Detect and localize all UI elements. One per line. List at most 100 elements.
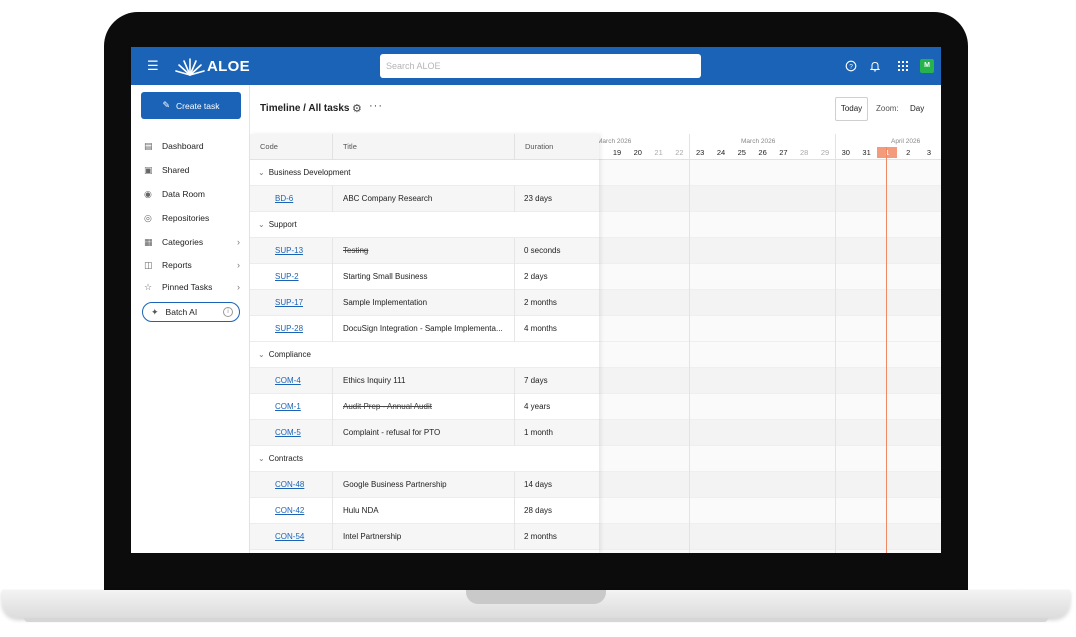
timeline-row[interactable]: [599, 498, 941, 524]
task-title[interactable]: ABC Company Research: [343, 186, 511, 212]
task-title[interactable]: Ethics Inquiry 111: [343, 368, 511, 394]
task-code-link[interactable]: CON-42: [275, 498, 330, 524]
today-button[interactable]: Today: [835, 97, 868, 121]
info-icon[interactable]: i: [223, 307, 233, 317]
timeline-day: 25: [737, 148, 746, 157]
timeline-row[interactable]: [599, 290, 941, 316]
table-row[interactable]: COM-1 Audit Prep - Annual Audit 4 years: [250, 394, 599, 420]
timeline-day: 30: [841, 148, 850, 157]
shared-folder-icon: ▣: [144, 164, 153, 175]
gear-icon[interactable]: ⚙: [352, 102, 362, 115]
timeline-row[interactable]: [599, 524, 941, 550]
aloe-logo[interactable]: ALOE: [175, 54, 250, 78]
task-duration: 2 months: [524, 298, 557, 307]
timeline-row[interactable]: [599, 316, 941, 342]
task-title[interactable]: Audit Prep - Annual Audit: [343, 394, 511, 420]
timeline-day: 29: [820, 148, 830, 157]
task-code-link[interactable]: CON-54: [275, 524, 330, 550]
timeline-week-divider: [835, 134, 836, 553]
table-row[interactable]: COM-5 Complaint - refusal for PTO 1 month: [250, 420, 599, 446]
task-title[interactable]: Starting Small Business: [343, 264, 511, 290]
batch-ai-button[interactable]: ✦ Batch AI i: [142, 302, 240, 322]
table-row[interactable]: COM-4 Ethics Inquiry 111 7 days: [250, 368, 599, 394]
task-table: Code Title Duration ⌄ Business Developmen…: [250, 134, 599, 553]
group-label[interactable]: ⌄ Business Development: [258, 160, 351, 186]
group-row[interactable]: ⌄ Contracts: [250, 446, 599, 472]
task-title[interactable]: Intel Partnership: [343, 524, 511, 550]
task-title[interactable]: Hulu NDA: [343, 498, 511, 524]
table-row[interactable]: SUP-13 Testing 0 seconds: [250, 238, 599, 264]
table-row[interactable]: CON-42 Hulu NDA 28 days: [250, 498, 599, 524]
sidebar-item-categories[interactable]: ▦ Categories ›: [144, 234, 240, 250]
column-header-code[interactable]: Code: [250, 134, 332, 160]
app-grid-icon[interactable]: [895, 58, 911, 74]
table-row[interactable]: CON-48 Google Business Partnership 14 days: [250, 472, 599, 498]
task-code-link[interactable]: SUP-13: [275, 238, 330, 264]
hamburger-menu-icon[interactable]: ☰: [147, 58, 159, 74]
group-label[interactable]: ⌄ Contracts: [258, 446, 303, 472]
timeline-group-row: [599, 160, 941, 186]
task-title[interactable]: DocuSign Integration - Sample Implementa…: [343, 316, 511, 342]
column-header-duration[interactable]: Duration: [514, 134, 599, 160]
timeline-row[interactable]: [599, 368, 941, 394]
group-row[interactable]: ⌄ Business Development: [250, 160, 599, 186]
timeline-row[interactable]: [599, 238, 941, 264]
repository-icon: ◎: [144, 212, 152, 223]
task-duration: 2 days: [524, 272, 548, 281]
table-row[interactable]: SUP-28 DocuSign Integration - Sample Impl…: [250, 316, 599, 342]
timeline-panel: 19 20 21 22 23 24 25 26 27 28 29 30 31 1 2 3 March 2026 M…: [597, 134, 941, 553]
sidebar-item-reports[interactable]: ◫ Reports ›: [144, 257, 240, 273]
task-code-link[interactable]: SUP-2: [275, 264, 330, 290]
task-title[interactable]: Google Business Partnership: [343, 472, 511, 498]
column-divider: [514, 472, 515, 498]
chevron-down-icon: ⌄: [258, 168, 265, 177]
task-code-link[interactable]: COM-4: [275, 368, 330, 394]
help-icon[interactable]: ?: [843, 58, 859, 74]
search-input[interactable]: [380, 54, 701, 78]
group-label[interactable]: ⌄ Compliance: [258, 342, 311, 368]
timeline-row[interactable]: [599, 472, 941, 498]
timeline-group-row: [599, 212, 941, 238]
create-task-button[interactable]: ✎ Create task: [141, 92, 241, 119]
logo-text: ALOE: [207, 57, 250, 75]
timeline-row[interactable]: [599, 420, 941, 446]
more-options-icon[interactable]: ···: [369, 100, 383, 112]
aloe-leaf-icon: [175, 58, 205, 76]
zoom-select[interactable]: Day: [910, 104, 924, 113]
task-title[interactable]: Sample Implementation: [343, 290, 511, 316]
task-code-link[interactable]: CON-48: [275, 472, 330, 498]
table-row[interactable]: SUP-17 Sample Implementation 2 months: [250, 290, 599, 316]
group-row[interactable]: ⌄ Support: [250, 212, 599, 238]
chevron-down-icon: ⌄: [258, 350, 265, 359]
task-code-link[interactable]: SUP-28: [275, 316, 330, 342]
task-title[interactable]: Testing: [343, 238, 511, 264]
page-title-sub: All tasks: [308, 103, 350, 114]
user-avatar[interactable]: M: [920, 59, 934, 73]
column-divider: [514, 420, 515, 446]
sidebar-item-label: Pinned Tasks: [162, 282, 213, 292]
sidebar-item-repositories[interactable]: ◎ Repositories: [144, 210, 240, 226]
task-code-link[interactable]: COM-5: [275, 420, 330, 446]
task-code-link[interactable]: BD-6: [275, 186, 330, 212]
task-code-link[interactable]: SUP-17: [275, 290, 330, 316]
group-label[interactable]: ⌄ Support: [258, 212, 297, 238]
timeline-row[interactable]: [599, 186, 941, 212]
table-row[interactable]: BD-6 ABC Company Research 23 days: [250, 186, 599, 212]
column-divider: [514, 290, 515, 316]
notification-bell-icon[interactable]: [867, 58, 883, 74]
group-row[interactable]: ⌄ Compliance: [250, 342, 599, 368]
column-divider: [514, 316, 515, 342]
sidebar-item-data-room[interactable]: ◉ Data Room: [144, 186, 240, 202]
table-row[interactable]: SUP-2 Starting Small Business 2 days: [250, 264, 599, 290]
timeline-row[interactable]: [599, 264, 941, 290]
task-title[interactable]: Complaint - refusal for PTO: [343, 420, 511, 446]
sidebar-item-pinned-tasks[interactable]: ☆ Pinned Tasks ›: [144, 279, 240, 295]
column-header-title[interactable]: Title: [332, 134, 514, 160]
table-row[interactable]: CON-54 Intel Partnership 2 months: [250, 524, 599, 550]
sidebar-item-dashboard[interactable]: ▤ Dashboard: [144, 138, 240, 154]
timeline-row[interactable]: [599, 394, 941, 420]
sidebar-item-shared[interactable]: ▣ Shared: [144, 162, 240, 178]
task-code-link[interactable]: COM-1: [275, 394, 330, 420]
timeline-day: 22: [675, 148, 684, 157]
task-duration: 7 days: [524, 376, 548, 385]
